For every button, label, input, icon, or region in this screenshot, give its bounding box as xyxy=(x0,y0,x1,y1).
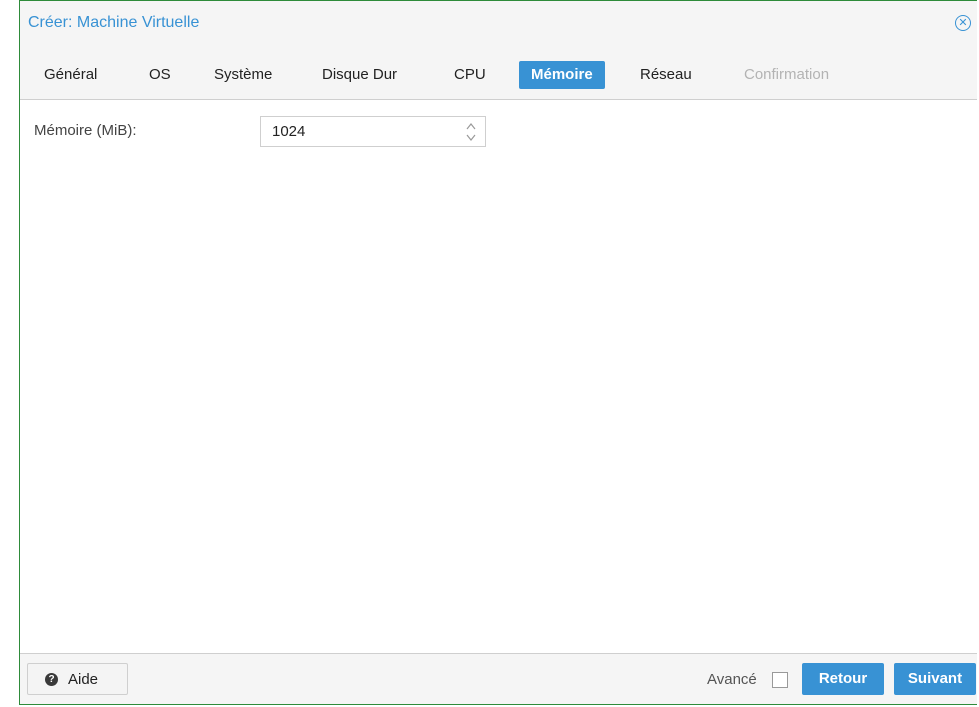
left-margin xyxy=(0,0,19,707)
memory-panel: Mémoire (MiB): 1024 xyxy=(20,100,977,654)
memory-value[interactable]: 1024 xyxy=(272,123,305,140)
tab-cpu[interactable]: CPU xyxy=(442,61,498,89)
close-icon[interactable]: ✕ xyxy=(955,15,971,31)
advanced-label: Avancé xyxy=(707,671,757,688)
dialog-footer: ? Aide Avancé Retour Suivant xyxy=(20,653,977,704)
question-icon: ? xyxy=(45,673,58,686)
spinner-arrows-icon[interactable] xyxy=(465,121,477,143)
tab-disque-dur[interactable]: Disque Dur xyxy=(310,61,409,89)
tab-systeme[interactable]: Système xyxy=(202,61,284,89)
tab-os[interactable]: OS xyxy=(137,61,183,89)
tab-general[interactable]: Général xyxy=(32,61,109,89)
tab-memoire[interactable]: Mémoire xyxy=(519,61,605,89)
back-button[interactable]: Retour xyxy=(802,663,884,695)
create-vm-dialog: Créer: Machine Virtuelle ✕ Général OS Sy… xyxy=(19,0,977,705)
help-label: Aide xyxy=(68,671,99,688)
advanced-checkbox[interactable] xyxy=(772,672,788,688)
tab-bar: Général OS Système Disque Dur CPU Mémoir… xyxy=(20,47,977,100)
next-button[interactable]: Suivant xyxy=(894,663,976,695)
memory-label: Mémoire (MiB): xyxy=(34,122,137,139)
tab-confirmation: Confirmation xyxy=(744,66,830,83)
dialog-title: Créer: Machine Virtuelle xyxy=(28,14,200,31)
tab-reseau[interactable]: Réseau xyxy=(628,61,704,89)
dialog-titlebar: Créer: Machine Virtuelle ✕ xyxy=(20,1,977,47)
memory-spinner[interactable]: 1024 xyxy=(260,116,486,147)
help-button[interactable]: ? Aide xyxy=(27,663,128,695)
